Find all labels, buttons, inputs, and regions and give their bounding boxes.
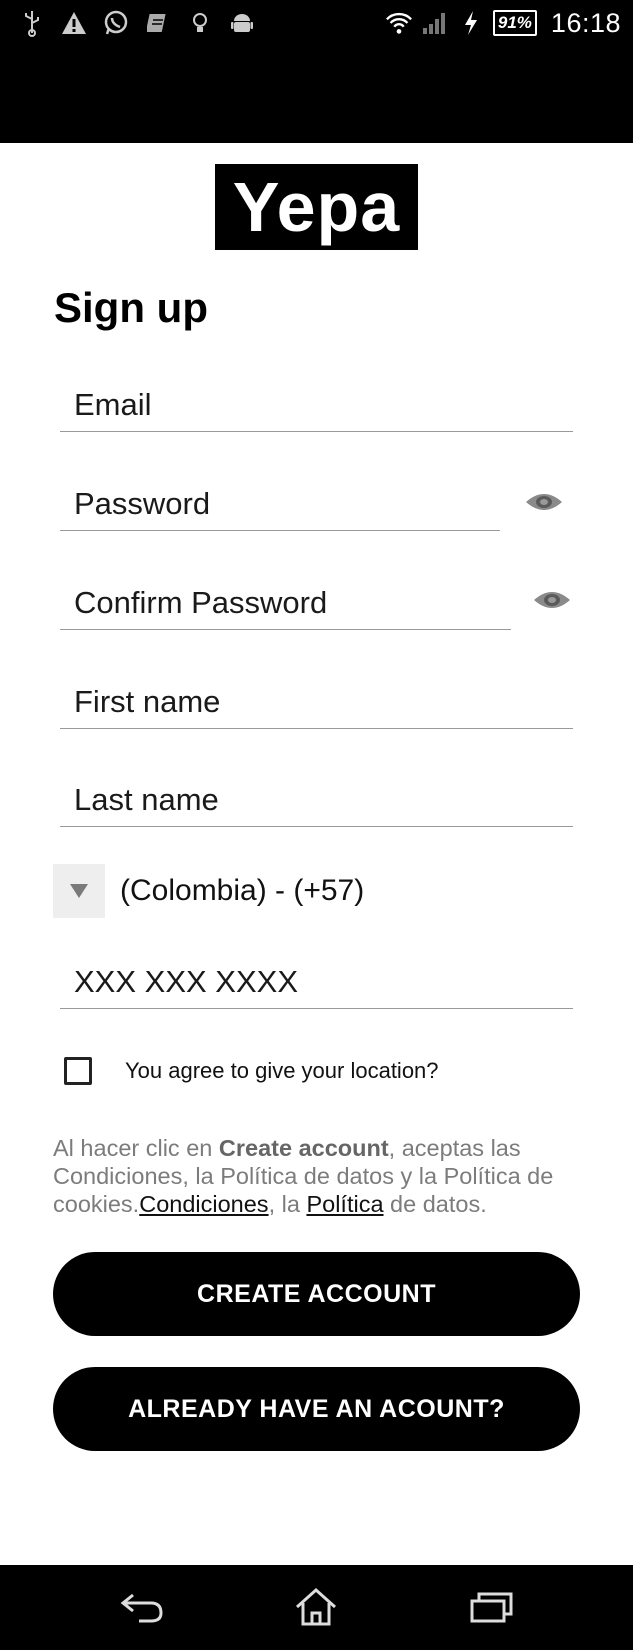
location-consent[interactable]: You agree to give your location?	[64, 1057, 439, 1085]
conditions-link[interactable]: Condiciones	[139, 1191, 268, 1217]
email-field-container	[60, 383, 573, 432]
terms-bold-create-account: Create account	[218, 1135, 389, 1161]
android-icon	[228, 9, 256, 37]
recent-apps-icon[interactable]	[464, 1583, 520, 1631]
show-password-icon[interactable]	[522, 488, 566, 516]
confirm-password-field[interactable]	[74, 585, 505, 621]
country-code-value: (Colombia) - (+57)	[120, 874, 365, 907]
country-code-select[interactable]: (Colombia) - (+57)	[53, 864, 364, 918]
system-status: 91% 16:18	[385, 6, 621, 40]
notification-icons	[18, 6, 256, 40]
app-icon	[144, 9, 172, 37]
first-name-field-container	[60, 680, 573, 729]
back-icon[interactable]	[114, 1583, 170, 1631]
terms-text-part1: Al hacer clic en	[53, 1135, 219, 1161]
logo-text: Yepa	[232, 168, 401, 246]
password-field-container	[60, 482, 500, 531]
battery-level: 91%	[492, 10, 537, 36]
create-account-button[interactable]: CREATE ACCOUNT	[53, 1252, 580, 1336]
charging-icon	[457, 9, 485, 37]
terms-text-part4: de datos.	[383, 1191, 487, 1217]
phone-field-container	[60, 960, 573, 1009]
dropdown-arrow-button[interactable]	[53, 864, 105, 918]
home-icon[interactable]	[288, 1583, 344, 1631]
status-bar: 91% 16:18	[0, 0, 633, 143]
whatsapp-icon	[102, 9, 130, 37]
password-field[interactable]	[74, 486, 494, 522]
wifi-icon	[385, 9, 413, 37]
already-have-account-button[interactable]: ALREADY HAVE AN ACOUNT?	[53, 1367, 580, 1451]
lightbulb-icon	[186, 9, 214, 37]
policy-link[interactable]: Política	[306, 1191, 383, 1217]
last-name-field[interactable]	[74, 782, 567, 818]
warning-icon	[60, 9, 88, 37]
app-logo: Yepa	[215, 164, 418, 250]
show-confirm-password-icon[interactable]	[530, 586, 574, 614]
signal-icon	[421, 9, 449, 37]
navigation-bar	[0, 1565, 633, 1650]
terms-text: Al hacer clic en Create account, aceptas…	[53, 1134, 593, 1218]
location-consent-checkbox[interactable]	[64, 1057, 92, 1085]
last-name-field-container	[60, 778, 573, 827]
clock: 16:18	[550, 7, 621, 38]
page-title: Sign up	[54, 284, 208, 331]
email-field[interactable]	[74, 387, 567, 423]
phone-field[interactable]	[74, 964, 567, 1000]
confirm-password-field-container	[60, 581, 511, 630]
terms-text-part3: , la	[268, 1191, 307, 1217]
triangle-down-icon	[70, 884, 88, 898]
first-name-field[interactable]	[74, 684, 567, 720]
usb-icon	[18, 9, 46, 37]
location-consent-label: You agree to give your location?	[125, 1058, 439, 1083]
